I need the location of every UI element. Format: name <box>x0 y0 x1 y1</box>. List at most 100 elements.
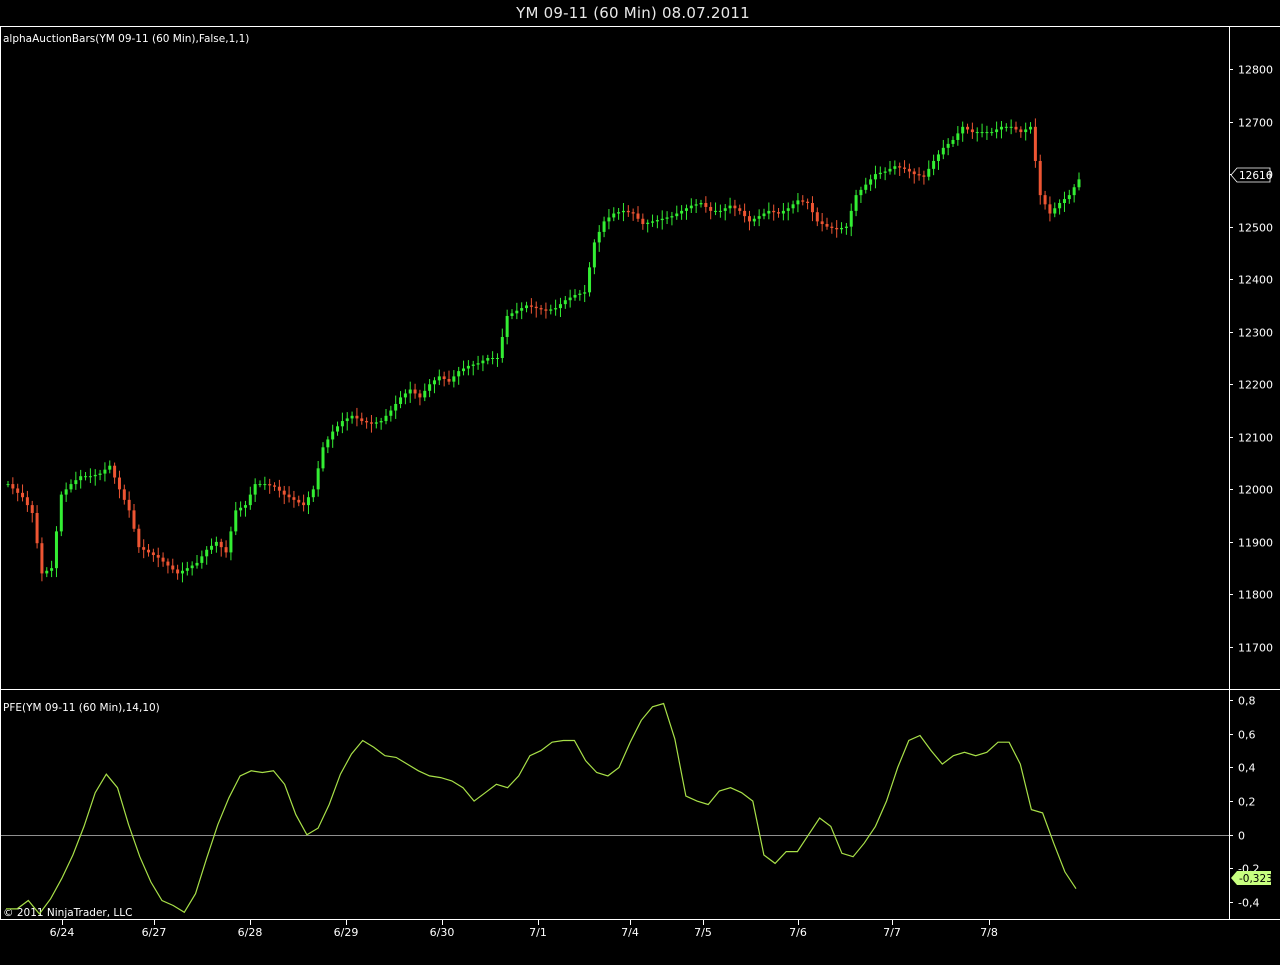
candle-body <box>481 360 485 364</box>
candle-body <box>835 227 839 230</box>
candle-body <box>117 477 121 490</box>
candle-body <box>437 376 441 381</box>
candle-body <box>122 489 126 500</box>
candle-body <box>302 502 306 506</box>
candle-body <box>476 363 480 365</box>
candle-body <box>738 208 742 211</box>
candle-body <box>98 473 102 475</box>
candle-body <box>142 547 146 550</box>
pfe-y-tick-label: 0,6 <box>1238 729 1256 742</box>
candle-body <box>709 206 713 211</box>
x-tick-label: 6/29 <box>334 926 359 939</box>
candle-body <box>999 126 1003 130</box>
candle-body <box>621 210 625 213</box>
candle-body <box>224 547 228 553</box>
candle-body <box>907 168 911 172</box>
price-y-tick-label: 12200 <box>1238 379 1273 392</box>
candle-body <box>69 484 73 490</box>
candle-body <box>185 568 189 571</box>
candle-body <box>195 562 199 566</box>
candle-body <box>723 208 727 211</box>
candle-body <box>277 486 281 491</box>
chart-canvas[interactable]: alphaAuctionBars(YM 09-11 (60 Min),False… <box>0 0 1280 965</box>
candle-body <box>147 549 151 553</box>
x-tick-label: 6/24 <box>50 926 75 939</box>
candle-body <box>374 422 378 424</box>
candle-body <box>16 488 20 493</box>
candle-body <box>961 126 965 134</box>
candle-body <box>956 133 960 140</box>
price-y-tick-label: 12700 <box>1238 117 1273 130</box>
candle-body <box>462 368 466 372</box>
candle-body <box>505 315 509 337</box>
candle-body <box>699 203 703 205</box>
candle-body <box>413 389 417 394</box>
candle-body <box>452 376 456 382</box>
candle-body <box>849 210 853 227</box>
candle-body <box>883 171 887 173</box>
candle-body <box>791 204 795 209</box>
candle-body <box>588 267 592 293</box>
candle-body <box>365 421 369 423</box>
candle-body <box>675 213 679 217</box>
candle-body <box>660 218 664 221</box>
candle-body <box>457 371 461 377</box>
candle-body <box>558 304 562 309</box>
candle-body <box>980 132 984 134</box>
x-tick-label: 7/5 <box>694 926 712 939</box>
candle-body <box>641 218 645 225</box>
candle-body <box>903 167 907 169</box>
candle-body <box>1038 160 1042 196</box>
pfe-y-tick-label: 0,8 <box>1238 695 1256 708</box>
candle-body <box>239 507 243 511</box>
candle-body <box>510 313 514 316</box>
candle-body <box>282 490 286 495</box>
candle-body <box>156 555 160 558</box>
candle-body <box>253 484 257 495</box>
candle-body <box>539 308 543 310</box>
candle-body <box>205 549 209 557</box>
candle-body <box>602 221 606 232</box>
price-y-tick-label: 12400 <box>1238 274 1273 287</box>
candle-body <box>1072 187 1076 196</box>
candle-body <box>844 226 848 228</box>
candle-body <box>985 132 989 134</box>
candle-body <box>743 210 747 217</box>
candle-body <box>466 365 470 369</box>
candle-body <box>854 195 858 211</box>
candle-body <box>306 497 310 506</box>
candle-body <box>801 200 805 202</box>
candle-body <box>180 570 184 574</box>
pfe-current-badge: -0,323 <box>1231 871 1273 885</box>
candle-body <box>64 489 68 495</box>
candle-body <box>810 203 814 213</box>
candle-body <box>418 393 422 398</box>
candle-body <box>951 139 955 144</box>
candle-body <box>927 168 931 177</box>
candle-body <box>21 492 25 498</box>
candle-body <box>447 379 451 382</box>
candle-body <box>714 210 718 212</box>
svg-text:12616: 12616 <box>1239 170 1273 182</box>
candle-body <box>287 494 291 498</box>
candle-body <box>369 422 373 424</box>
candle-body <box>40 543 44 574</box>
candle-body <box>408 389 412 394</box>
candle-body <box>59 494 63 532</box>
candle-body <box>680 210 684 214</box>
candle-body <box>733 205 737 209</box>
candle-body <box>912 171 916 175</box>
price-y-tick-label: 11700 <box>1238 642 1273 655</box>
candle-body <box>1048 204 1052 214</box>
candle-body <box>1009 126 1013 128</box>
x-tick-label: 6/28 <box>238 926 263 939</box>
candle-body <box>747 216 751 222</box>
candle-body <box>597 231 601 243</box>
candle-body <box>626 210 630 213</box>
candle-body <box>200 556 204 563</box>
candle-body <box>384 415 388 422</box>
candle-body <box>704 203 708 207</box>
candle-body <box>166 561 170 566</box>
candle-body <box>268 484 272 486</box>
candle-body <box>11 484 15 489</box>
